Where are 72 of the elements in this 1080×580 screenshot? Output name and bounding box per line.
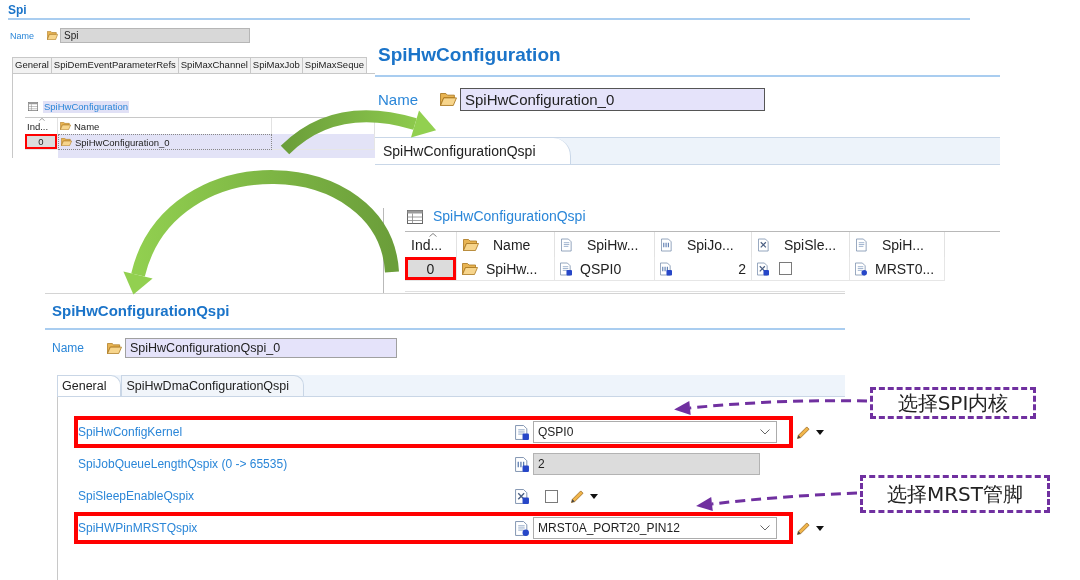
name-label: Name [378,91,419,108]
panel-title: Spi [8,3,27,17]
cell-text: QSPI0 [580,260,622,277]
parameter-label: SpiJobQueueLengthQspix (0 -> 65535) [78,457,289,471]
pencil-icon[interactable] [797,425,810,439]
tab[interactable]: SpiMaxSeque [301,57,367,73]
input-field[interactable]: 2 [533,453,760,475]
tab[interactable]: SpiMaxJob [249,57,303,73]
table-cell: 0 [405,257,457,281]
column-header[interactable]: Name [457,232,555,257]
cell-text: MRST0... [875,260,935,277]
table-title: SpiHwConfigurationQspi [433,208,586,225]
checkbox[interactable] [545,489,558,503]
parameter-label: SpiHwConfigKernel [78,425,184,439]
tab[interactable]: SpiHwDmaConfigurationQspi [121,375,305,396]
document-icon [856,237,868,252]
cell-text: 2 [738,260,746,277]
tagged-document-icon [855,261,867,276]
cross-document-icon [758,237,770,252]
tagged-document-icon [560,261,572,276]
name-field[interactable]: Spi [60,28,250,43]
document-icon [561,237,573,252]
folder-icon [440,93,457,106]
tab[interactable]: SpiMaxChannel [177,57,251,73]
panel-title: SpiHwConfigurationQspi [52,302,230,319]
pencil-icon[interactable] [797,521,810,535]
sort-caret-icon[interactable] [429,233,437,237]
tab[interactable]: SpiDemEventParameterRefs [50,57,179,73]
callout-label: 选择SPI内核 [870,387,1036,419]
folder-icon [463,238,479,251]
folder-icon [61,138,72,146]
callout-label: 选择MRST管脚 [860,475,1050,513]
dropdown[interactable]: QSPI0 [533,421,777,443]
column-header[interactable]: SpiSle... [752,232,850,257]
panel-title: SpiHwConfiguration [378,44,561,65]
tagged-document-icon [515,456,529,472]
column-header[interactable]: SpiH... [850,232,945,257]
table-icon [28,102,38,111]
column-header[interactable]: SpiHw... [555,232,655,257]
tagged-cross-document-icon [515,488,529,504]
chevron-down-icon [760,525,770,531]
chevron-down-icon [760,429,770,435]
folder-icon [47,31,58,40]
checkbox[interactable] [779,262,792,275]
tab[interactable]: General [57,375,122,396]
parameter-label: SpiHWPinMRSTQspix [78,521,199,535]
tagged-document-icon [660,261,672,276]
tagged-cross-document-icon [757,261,769,276]
column-header[interactable]: SpiJo... [655,232,752,257]
cell-text: SpiHw... [486,260,538,277]
tagged-document-icon [515,520,529,536]
tagged-document-icon [515,424,529,440]
name-label: Name [10,30,35,41]
parameter-label: SpiSleepEnableQspix [78,489,196,503]
name-label: Name [52,341,85,355]
caret-icon[interactable] [816,525,824,531]
pencil-icon[interactable] [571,489,584,503]
name-field[interactable]: SpiHwConfigurationQspi_0 [125,338,397,358]
caret-icon[interactable] [816,429,824,435]
dropdown[interactable]: MRST0A_PORT20_PIN12 [533,517,777,539]
document-icon [661,237,673,252]
folder-icon [462,262,478,275]
folder-icon [60,122,71,130]
cell-text: SpiHwConfiguration_0 [75,136,170,148]
tab[interactable]: General [12,57,52,73]
folder-icon [107,342,122,354]
name-field[interactable]: SpiHwConfiguration_0 [460,88,765,111]
tab[interactable]: SpiHwConfigurationQspi [375,138,571,164]
caret-icon[interactable] [590,493,598,499]
table-cell: 0 [25,134,58,150]
table-icon [407,209,423,224]
table-title: SpiHwConfiguration [43,100,129,113]
